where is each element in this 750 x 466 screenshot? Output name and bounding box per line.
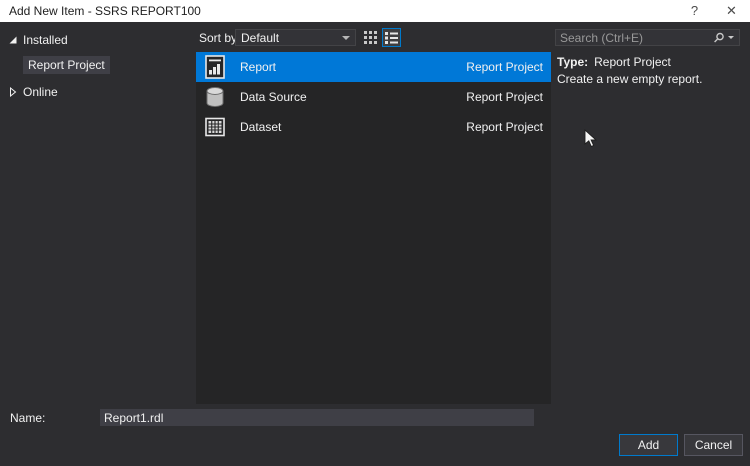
item-group: Report Project [466,90,543,104]
item-name: Dataset [240,120,281,134]
type-label: Type: [557,55,588,69]
sort-toolbar: Sort by: Default [196,22,551,52]
tree-item-report-project[interactable]: Report Project [23,56,196,74]
footer: Name: Add Cancel [0,404,750,466]
list-item-data-source[interactable]: Data Source Report Project [196,82,551,112]
table-icon [202,114,228,140]
list-item-report[interactable]: Report Report Project [196,52,551,82]
item-name: Data Source [240,90,307,104]
type-line: Type: Report Project [557,55,671,69]
template-panel: Sort by: Default [196,22,551,404]
sort-value: Default [236,31,279,45]
help-button[interactable]: ? [676,0,713,22]
details-panel: Type: Report Project Create a new empty r… [551,22,750,404]
window-title: Add New Item - SSRS REPORT100 [0,4,201,18]
template-list: Report Report Project Data Source Report… [196,52,551,404]
close-button[interactable]: ✕ [713,0,750,22]
tree-expanded-icon[interactable] [8,35,18,45]
tree-item-online[interactable]: Online [0,83,196,101]
type-description: Create a new empty report. [557,72,702,86]
report-icon [202,54,228,80]
search-box[interactable] [555,29,740,46]
category-tree: Installed Report Project Online [0,22,196,404]
tree-collapsed-icon[interactable] [8,87,18,97]
item-name: Report [240,60,276,74]
titlebar-buttons: ? ✕ [676,0,750,22]
list-view-button[interactable] [382,28,401,47]
add-button[interactable]: Add [619,434,678,456]
small-icons-view-button[interactable] [361,28,380,47]
list-view-icon [385,31,398,44]
tree-item-label: Installed [23,33,68,47]
item-group: Report Project [466,120,543,134]
search-input[interactable] [556,31,713,45]
tree-item-label: Online [23,85,58,99]
type-value: Report Project [594,55,671,69]
tree-item-label: Report Project [23,56,110,74]
name-label: Name: [10,411,45,425]
search-options-chevron-icon[interactable] [728,36,734,39]
name-input[interactable] [100,409,534,426]
small-icons-grid-icon [363,30,378,45]
titlebar: Add New Item - SSRS REPORT100 ? ✕ [0,0,750,22]
tree-item-installed[interactable]: Installed [0,31,196,49]
cancel-button[interactable]: Cancel [684,434,743,456]
sort-dropdown[interactable]: Default [235,29,356,46]
database-icon [202,84,228,110]
mouse-cursor-icon [584,129,598,149]
chevron-down-icon [342,36,350,40]
item-group: Report Project [466,60,543,74]
list-item-dataset[interactable]: Dataset Report Project [196,112,551,142]
search-icon[interactable] [713,32,725,44]
add-new-item-dialog: Add New Item - SSRS REPORT100 ? ✕ Instal… [0,0,750,466]
